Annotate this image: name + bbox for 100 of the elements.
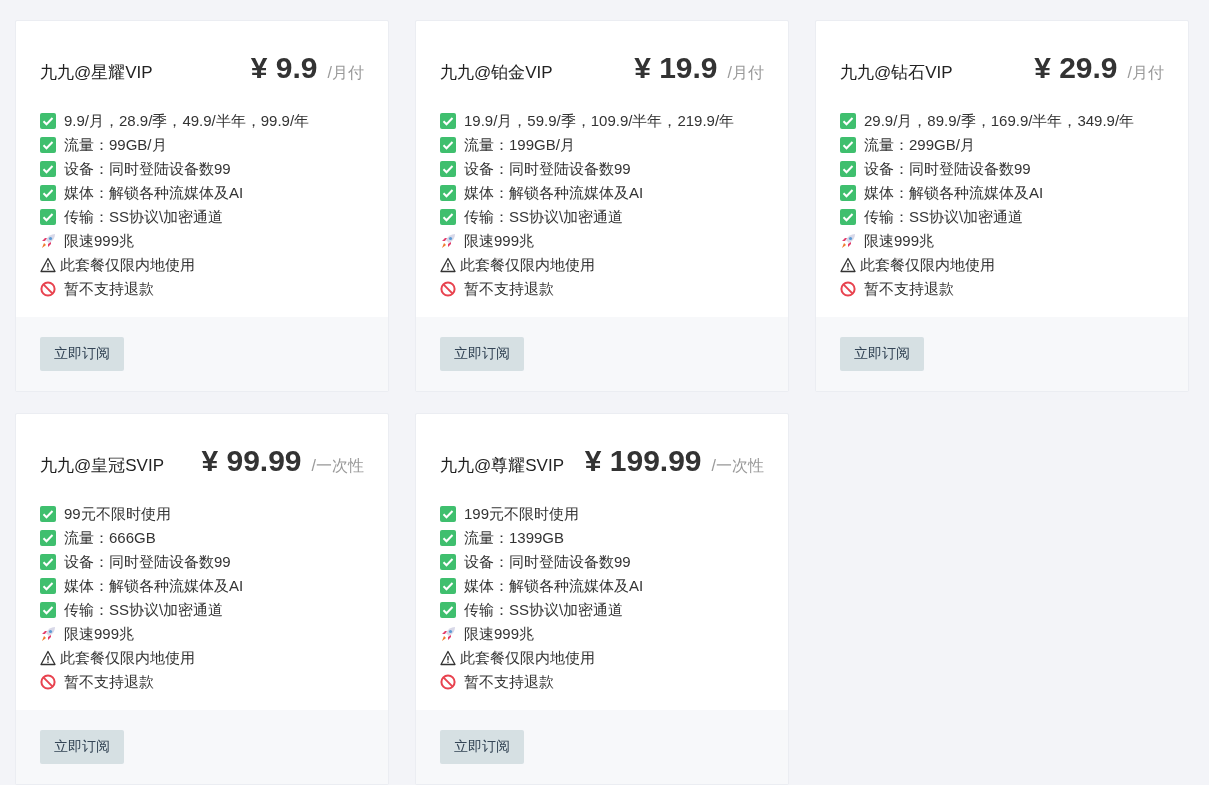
feature-text: 暂不支持退款 (464, 279, 554, 299)
checkmark-icon (40, 209, 56, 225)
feature-text: 流量：666GB (64, 528, 156, 548)
feature-text: 暂不支持退款 (464, 672, 554, 692)
checkmark-icon (440, 161, 456, 177)
feature-text: 此套餐仅限内地使用 (60, 648, 195, 668)
feature-text: 199元不限时使用 (464, 504, 580, 524)
checkmark-icon (440, 602, 456, 618)
feature-text: 设备：同时登陆设备数99 (464, 159, 631, 179)
feature-text: 此套餐仅限内地使用 (860, 255, 995, 275)
checkmark-icon (840, 137, 856, 153)
warning-icon (40, 650, 56, 666)
feature-text: 此套餐仅限内地使用 (460, 255, 595, 275)
subscribe-button[interactable]: 立即订阅 (440, 730, 524, 764)
checkmark-icon (40, 530, 56, 546)
feature-text: 设备：同时登陆设备数99 (64, 159, 231, 179)
feature-text: 媒体：解锁各种流媒体及AI (864, 183, 1044, 203)
feature-text: 流量：299GB/月 (864, 135, 975, 155)
checkmark-icon (440, 185, 456, 201)
billing-period: /月付 (327, 63, 364, 83)
checkmark-icon (840, 185, 856, 201)
plan-title: 九九@尊耀SVIP (440, 455, 564, 477)
plan-title: 九九@铂金VIP (440, 62, 553, 84)
feature-text: 限速999兆 (64, 231, 135, 251)
checkmark-icon (40, 578, 56, 594)
feature-text: 传输：SS协议\加密通道 (864, 207, 1024, 227)
feature-text: 设备：同时登陆设备数99 (464, 552, 631, 572)
feature-text: 9.9/月，28.9/季，49.9/半年，99.9/年 (64, 111, 310, 131)
subscribe-button[interactable]: 立即订阅 (840, 337, 924, 371)
prohibited-icon (40, 674, 56, 690)
checkmark-icon (440, 530, 456, 546)
feature-text: 流量：1399GB (464, 528, 565, 548)
feature-text: 设备：同时登陆设备数99 (864, 159, 1031, 179)
feature-text: 19.9/月，59.9/季，109.9/半年，219.9/年 (464, 111, 735, 131)
feature-text: 此套餐仅限内地使用 (460, 648, 595, 668)
feature-text: 媒体：解锁各种流媒体及AI (64, 183, 244, 203)
feature-text: 暂不支持退款 (64, 279, 154, 299)
prohibited-icon (40, 281, 56, 297)
checkmark-icon (840, 113, 856, 129)
checkmark-icon (440, 578, 456, 594)
rocket-icon (440, 233, 456, 249)
feature-text: 媒体：解锁各种流媒体及AI (464, 576, 644, 596)
plan-price: ¥ 19.9 (634, 51, 718, 85)
feature-text: 限速999兆 (64, 624, 135, 644)
subscribe-button[interactable]: 立即订阅 (40, 730, 124, 764)
plan-title: 九九@钻石VIP (840, 62, 953, 84)
feature-text: 设备：同时登陆设备数99 (64, 552, 231, 572)
checkmark-icon (40, 137, 56, 153)
subscribe-button[interactable]: 立即订阅 (40, 337, 124, 371)
plan-price: ¥ 99.99 (201, 444, 302, 478)
warning-icon (40, 257, 56, 273)
checkmark-icon (440, 506, 456, 522)
plan-title: 九九@皇冠SVIP (40, 455, 164, 477)
prohibited-icon (440, 281, 456, 297)
feature-text: 99元不限时使用 (64, 504, 171, 524)
prohibited-icon (840, 281, 856, 297)
checkmark-icon (40, 161, 56, 177)
plan-price: ¥ 199.99 (584, 444, 702, 478)
feature-text: 媒体：解锁各种流媒体及AI (464, 183, 644, 203)
feature-text: 限速999兆 (864, 231, 935, 251)
feature-text: 限速999兆 (464, 624, 535, 644)
checkmark-icon (440, 554, 456, 570)
checkmark-icon (40, 113, 56, 129)
rocket-icon (40, 233, 56, 249)
billing-period: /一次性 (711, 456, 764, 476)
subscribe-button[interactable]: 立即订阅 (440, 337, 524, 371)
feature-text: 暂不支持退款 (864, 279, 954, 299)
plan-price: ¥ 29.9 (1034, 51, 1118, 85)
prohibited-icon (440, 674, 456, 690)
warning-icon (440, 650, 456, 666)
feature-text: 流量：99GB/月 (64, 135, 167, 155)
billing-period: /月付 (727, 63, 764, 83)
checkmark-icon (440, 209, 456, 225)
feature-text: 媒体：解锁各种流媒体及AI (64, 576, 244, 596)
checkmark-icon (840, 161, 856, 177)
feature-text: 限速999兆 (464, 231, 535, 251)
warning-icon (840, 257, 856, 273)
checkmark-icon (840, 209, 856, 225)
checkmark-icon (440, 137, 456, 153)
rocket-icon (40, 626, 56, 642)
checkmark-icon (40, 602, 56, 618)
plan-price: ¥ 9.9 (250, 51, 318, 85)
checkmark-icon (40, 185, 56, 201)
warning-icon (440, 257, 456, 273)
feature-text: 29.9/月，89.9/季，169.9/半年，349.9/年 (864, 111, 1135, 131)
plan-title: 九九@星耀VIP (40, 62, 153, 84)
feature-text: 传输：SS协议\加密通道 (464, 207, 624, 227)
feature-text: 传输：SS协议\加密通道 (464, 600, 624, 620)
feature-text: 传输：SS协议\加密通道 (64, 600, 224, 620)
feature-text: 暂不支持退款 (64, 672, 154, 692)
feature-text: 此套餐仅限内地使用 (60, 255, 195, 275)
feature-text: 流量：199GB/月 (464, 135, 575, 155)
checkmark-icon (440, 113, 456, 129)
checkmark-icon (40, 554, 56, 570)
feature-text: 传输：SS协议\加密通道 (64, 207, 224, 227)
rocket-icon (440, 626, 456, 642)
checkmark-icon (40, 506, 56, 522)
billing-period: /月付 (1127, 63, 1164, 83)
rocket-icon (840, 233, 856, 249)
billing-period: /一次性 (311, 456, 364, 476)
